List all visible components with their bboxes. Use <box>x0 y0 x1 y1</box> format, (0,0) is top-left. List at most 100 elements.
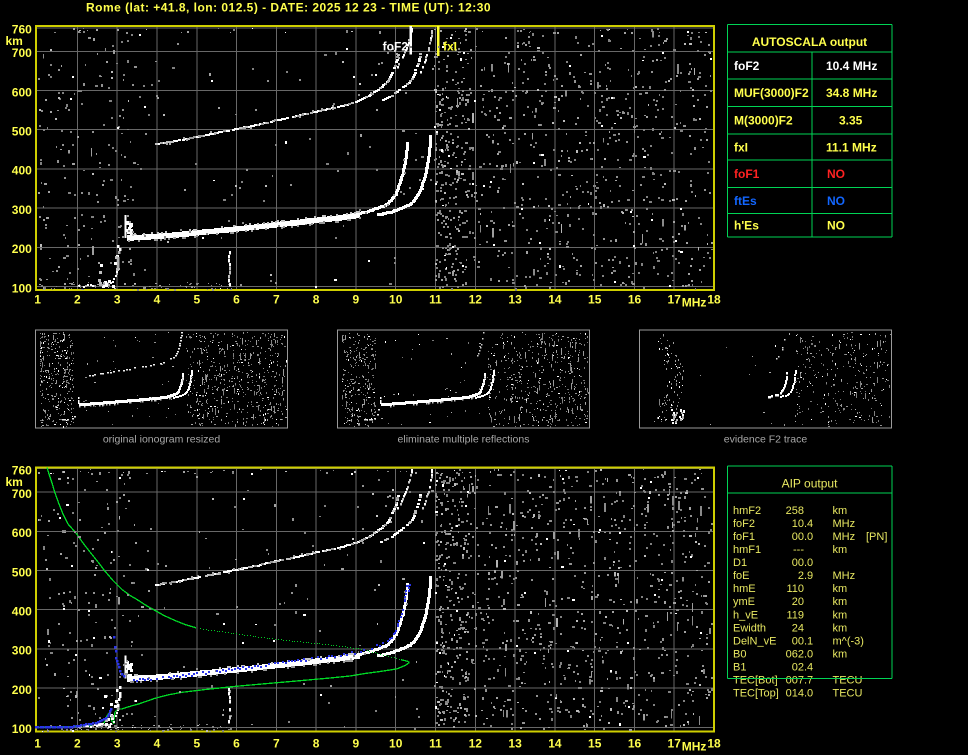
svg-text:200: 200 <box>12 242 32 256</box>
svg-text:M(3000)F2: M(3000)F2 <box>734 114 793 128</box>
svg-text:34.8 MHz: 34.8 MHz <box>826 86 877 100</box>
svg-text:16: 16 <box>628 293 642 307</box>
svg-text:MHz: MHz <box>833 531 856 543</box>
svg-text:500: 500 <box>12 125 32 139</box>
svg-text:Ewidth: Ewidth <box>733 622 766 634</box>
svg-text:17: 17 <box>668 293 682 307</box>
svg-text:014: 014 <box>786 688 804 700</box>
svg-text:400: 400 <box>12 605 32 619</box>
svg-text:11.1 MHz: 11.1 MHz <box>826 140 877 154</box>
svg-text:foF2: foF2 <box>734 59 760 73</box>
svg-text:TECU: TECU <box>833 688 863 700</box>
svg-text:12: 12 <box>469 737 483 751</box>
svg-text:02: 02 <box>792 662 804 674</box>
svg-text:18: 18 <box>707 737 721 751</box>
svg-text:2: 2 <box>74 293 81 307</box>
svg-text:20: 20 <box>792 596 804 608</box>
svg-text:ftEs: ftEs <box>734 194 757 208</box>
svg-text:.0: .0 <box>804 648 813 660</box>
svg-text:h_vE: h_vE <box>733 609 758 621</box>
svg-text:3: 3 <box>114 293 121 307</box>
svg-text:hmE: hmE <box>733 583 756 595</box>
svg-text:eliminate multiple reflections: eliminate multiple reflections <box>398 434 530 446</box>
svg-text:300: 300 <box>12 203 32 217</box>
svg-text:km: km <box>833 596 848 608</box>
svg-text:.7: .7 <box>804 675 813 687</box>
svg-text:9: 9 <box>353 737 360 751</box>
svg-text:4: 4 <box>154 737 161 751</box>
svg-text:MHz: MHz <box>833 570 856 582</box>
svg-text:12: 12 <box>469 293 483 307</box>
svg-text:5: 5 <box>193 737 200 751</box>
svg-text:00: 00 <box>792 557 804 569</box>
svg-text:10: 10 <box>792 518 804 530</box>
svg-text:.9: .9 <box>804 570 813 582</box>
svg-text:9: 9 <box>353 293 360 307</box>
svg-text:km: km <box>833 648 848 660</box>
svg-text:100: 100 <box>12 722 32 736</box>
svg-text:5: 5 <box>193 293 200 307</box>
svg-text:fxI: fxI <box>734 140 748 154</box>
svg-text:8: 8 <box>313 737 320 751</box>
svg-text:400: 400 <box>12 164 32 178</box>
svg-text:3.35: 3.35 <box>839 114 863 128</box>
svg-text:foF1: foF1 <box>733 531 755 543</box>
svg-text:m^(-3): m^(-3) <box>833 635 864 647</box>
svg-text:13: 13 <box>508 737 522 751</box>
svg-text:km: km <box>833 609 848 621</box>
svg-text:---: --- <box>793 544 804 556</box>
svg-text:foE: foE <box>733 570 750 582</box>
svg-text:4: 4 <box>154 293 161 307</box>
svg-text:km: km <box>6 475 23 489</box>
svg-text:foF2: foF2 <box>733 518 755 530</box>
svg-text:8: 8 <box>313 293 320 307</box>
svg-text:.4: .4 <box>804 662 813 674</box>
svg-text:B0: B0 <box>733 648 746 660</box>
svg-text:AIP output: AIP output <box>782 477 838 491</box>
svg-text:24: 24 <box>792 622 804 634</box>
svg-text:2: 2 <box>74 737 81 751</box>
svg-text:foF1: foF1 <box>734 167 760 181</box>
svg-text:1: 1 <box>34 293 41 307</box>
svg-text:NO: NO <box>827 167 845 181</box>
svg-text:14: 14 <box>548 293 562 307</box>
svg-text:.4: .4 <box>804 518 813 530</box>
svg-text:007: 007 <box>786 675 804 687</box>
svg-text:18: 18 <box>707 293 721 307</box>
svg-text:062: 062 <box>786 648 804 660</box>
svg-text:MUF(3000)F2: MUF(3000)F2 <box>734 86 809 100</box>
svg-text:.0: .0 <box>804 688 813 700</box>
svg-text:10.4 MHz: 10.4 MHz <box>826 59 877 73</box>
svg-text:AUTOSCALA output: AUTOSCALA output <box>752 35 867 49</box>
svg-text:km: km <box>833 544 848 556</box>
svg-text:TEC[Top]: TEC[Top] <box>733 688 779 700</box>
svg-text:300: 300 <box>12 644 32 658</box>
svg-text:1: 1 <box>34 737 41 751</box>
svg-text:NO: NO <box>827 194 845 208</box>
svg-text:km: km <box>6 34 23 48</box>
svg-text:TECU: TECU <box>833 675 863 687</box>
svg-text:MHz: MHz <box>682 296 707 310</box>
svg-text:.1: .1 <box>804 635 813 647</box>
svg-text:100: 100 <box>12 281 32 295</box>
svg-text:original ionogram resized: original ionogram resized <box>103 434 220 446</box>
svg-text:14: 14 <box>548 737 562 751</box>
svg-text:110: 110 <box>786 583 804 595</box>
svg-text:6: 6 <box>233 293 240 307</box>
svg-text:600: 600 <box>12 526 32 540</box>
svg-text:15: 15 <box>588 737 602 751</box>
svg-text:00: 00 <box>792 531 804 543</box>
svg-text:6: 6 <box>233 737 240 751</box>
svg-text:TEC[Bot]: TEC[Bot] <box>733 675 778 687</box>
svg-text:500: 500 <box>12 565 32 579</box>
svg-text:km: km <box>833 583 848 595</box>
svg-text:10: 10 <box>389 737 403 751</box>
svg-text:15: 15 <box>588 293 602 307</box>
svg-text:ymE: ymE <box>733 596 755 608</box>
svg-text:MHz: MHz <box>833 518 856 530</box>
svg-text:11: 11 <box>429 737 442 751</box>
svg-text:11: 11 <box>429 293 442 307</box>
svg-text:700: 700 <box>12 487 32 501</box>
svg-text:Rome (lat: +41.8, lon: 012.5): Rome (lat: +41.8, lon: 012.5) - DATE: 20… <box>86 0 491 14</box>
svg-text:16: 16 <box>628 737 642 751</box>
